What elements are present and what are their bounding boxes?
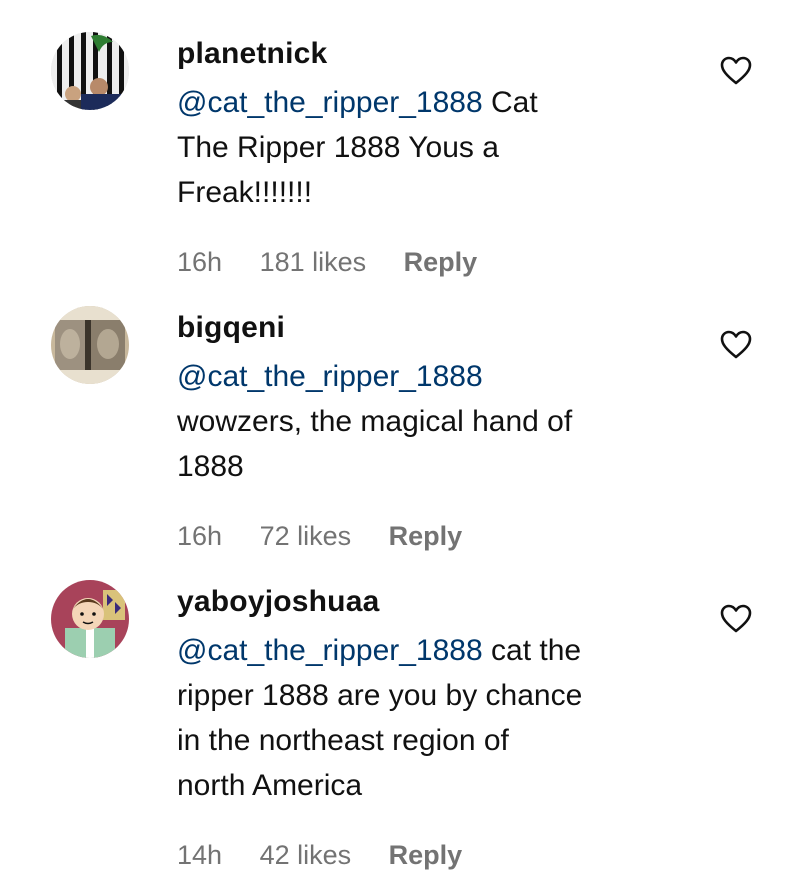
comment-text-line: wowzers, the magical hand of (177, 405, 573, 438)
comment-text-line: 1888 (177, 450, 244, 483)
mention-link[interactable]: @cat_the_ripper_1888 (177, 360, 483, 393)
mention-link[interactable]: @cat_the_ripper_1888 (177, 634, 483, 667)
heart-outline-icon (720, 604, 752, 633)
heart-outline-icon (720, 330, 752, 359)
comment-text-line: ripper 1888 are you by chance (177, 679, 583, 712)
comment-time: 14h (177, 840, 223, 870)
heart-outline-icon (720, 56, 752, 85)
comment-text-line: The Ripper 1888 Yous a (177, 131, 499, 164)
avatar-image (51, 580, 129, 658)
like-button[interactable] (720, 330, 752, 360)
comment-time: 16h (177, 247, 223, 277)
comment-text-fragment: Cat (482, 86, 538, 119)
comment-text-fragment: cat the (482, 634, 582, 667)
avatar-image (51, 32, 129, 110)
comment-content: bigqeni @cat_the_ripper_1888 wowzers, th… (177, 312, 697, 553)
comment-likes-count[interactable]: 181 likes (260, 245, 367, 279)
comment-text: @cat_the_ripper_1888 wowzers, the magica… (177, 354, 697, 489)
comment-text: @cat_the_ripper_1888 cat the ripper 1888… (177, 628, 697, 808)
mention-link[interactable]: @cat_the_ripper_1888 (177, 86, 483, 119)
reply-button[interactable]: Reply (389, 519, 463, 553)
avatar[interactable] (51, 580, 129, 658)
comment-meta: 16h 72 likes Reply (177, 519, 697, 553)
avatar[interactable] (51, 306, 129, 384)
comment-username[interactable]: bigqeni (177, 312, 697, 344)
comment-content: planetnick @cat_the_ripper_1888 Cat The … (177, 38, 697, 279)
comment-content: yaboyjoshuaa @cat_the_ripper_1888 cat th… (177, 586, 697, 872)
comment-text-line: in the northeast region of (177, 724, 509, 757)
avatar[interactable] (51, 32, 129, 110)
comment-likes-count[interactable]: 42 likes (260, 838, 352, 872)
reply-button[interactable]: Reply (389, 838, 463, 872)
like-button[interactable] (720, 604, 752, 634)
comment-username[interactable]: planetnick (177, 38, 697, 70)
like-button[interactable] (720, 56, 752, 86)
reply-button[interactable]: Reply (404, 245, 478, 279)
comment-meta: 16h 181 likes Reply (177, 245, 697, 279)
comment-username[interactable]: yaboyjoshuaa (177, 586, 697, 618)
comment-likes-count[interactable]: 72 likes (260, 519, 352, 553)
comment-text-line: north America (177, 769, 363, 802)
comment-meta: 14h 42 likes Reply (177, 838, 697, 872)
comment-text-line: Freak!!!!!!! (177, 176, 313, 209)
comment-time: 16h (177, 521, 223, 551)
comment-text: @cat_the_ripper_1888 Cat The Ripper 1888… (177, 80, 697, 215)
avatar-image (51, 306, 129, 384)
